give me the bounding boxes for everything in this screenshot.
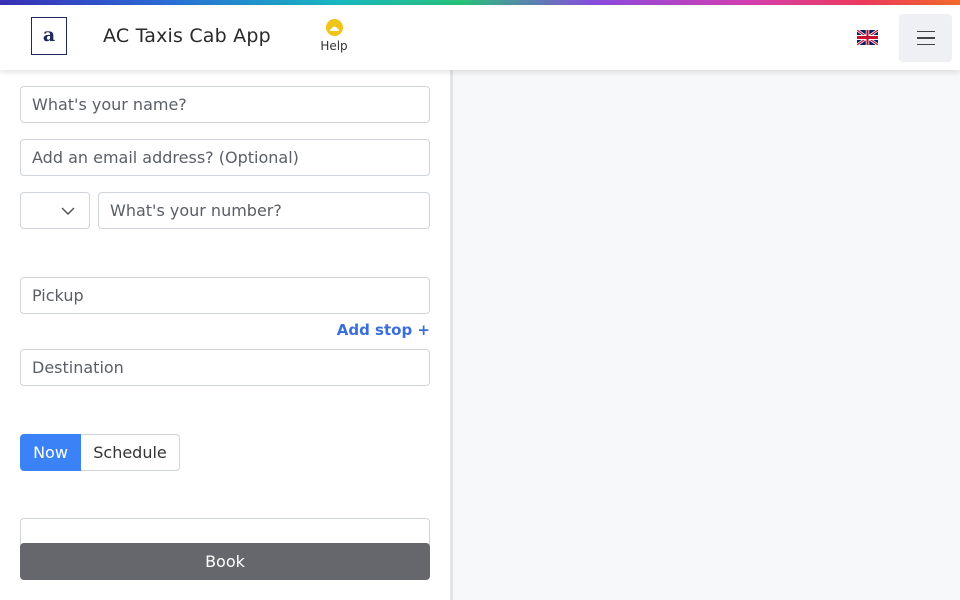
chevron-down-icon	[61, 206, 75, 215]
hamburger-icon-line	[916, 37, 935, 39]
timing-toggle: Now Schedule	[20, 434, 180, 471]
app-logo: a	[31, 17, 67, 55]
help-icon	[325, 19, 343, 36]
phone-number-input[interactable]	[98, 192, 430, 229]
email-input[interactable]	[20, 139, 430, 176]
help-label: Help	[320, 39, 348, 53]
name-input[interactable]	[20, 86, 430, 123]
booking-form-panel: Add stop + Now Schedule Book	[0, 70, 450, 600]
timing-schedule-button[interactable]: Schedule	[81, 434, 180, 471]
help-button[interactable]: Help	[316, 19, 352, 53]
hamburger-menu-button[interactable]	[899, 14, 952, 62]
map-panel	[450, 70, 960, 600]
app-title: AC Taxis Cab App	[103, 25, 271, 47]
app-header: a AC Taxis Cab App Help	[0, 5, 960, 70]
country-code-select[interactable]	[20, 192, 90, 229]
uk-flag-icon[interactable]	[856, 28, 879, 47]
book-button[interactable]: Book	[20, 543, 430, 580]
logo-letter: a	[42, 23, 56, 46]
pickup-input[interactable]	[20, 277, 430, 314]
hamburger-icon-line	[916, 30, 935, 33]
hamburger-icon-line	[916, 43, 935, 46]
destination-input[interactable]	[20, 349, 430, 386]
add-stop-link[interactable]: Add stop +	[300, 321, 430, 339]
timing-now-button[interactable]: Now	[20, 434, 81, 471]
